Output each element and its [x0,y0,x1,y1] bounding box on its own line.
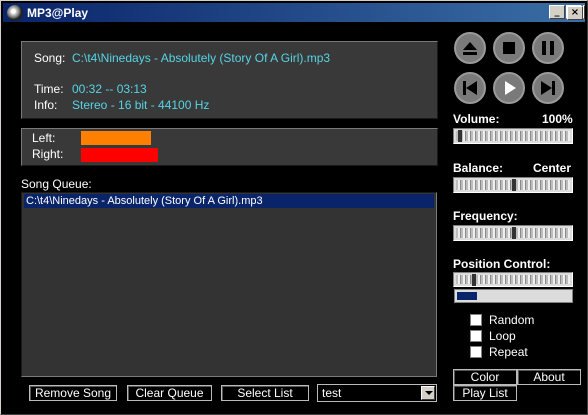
right-level-meter [81,148,158,162]
position-progress-bar [454,289,573,303]
balance-value: Center [533,161,572,175]
remove-song-button[interactable]: Remove Song [29,385,117,401]
minimize-button[interactable]: _ [549,5,565,19]
chevron-down-icon[interactable] [421,386,435,400]
song-label: Song: [34,51,66,65]
song-queue-label: Song Queue: [21,177,92,191]
repeat-label: Repeat [489,345,528,359]
frequency-label: Frequency: [453,209,518,223]
time-value: 00:32 -- 03:13 [72,82,147,96]
position-control-label: Position Control: [453,257,551,271]
previous-button[interactable] [454,72,486,104]
info-label: Info: [34,98,58,112]
stop-button[interactable] [493,32,525,64]
play-icon [505,81,516,95]
eject-icon [463,42,477,55]
clear-queue-button[interactable]: Clear Queue [127,385,212,401]
about-button[interactable]: About [517,369,581,385]
repeat-checkbox[interactable] [470,346,482,358]
pause-icon [542,41,554,55]
frequency-slider[interactable] [453,225,573,241]
position-thumb[interactable] [472,274,476,286]
volume-value: 100% [542,112,573,126]
loop-label: Loop [489,329,516,343]
skip-forward-icon [541,81,555,95]
stop-icon [503,42,515,54]
now-playing-panel: Song: C:\t4\Ninedays - Absolutely (Story… [21,41,438,119]
spacer [583,5,585,19]
time-label: Time: [34,82,64,96]
position-progress-fill [457,292,477,300]
volume-track [456,131,570,141]
close-button[interactable]: × [567,6,583,20]
app-window: MP3@Play _ □ × Song: C:\t4\Ninedays - Ab… [0,0,588,415]
volume-slider[interactable] [453,128,573,144]
volume-thumb[interactable] [458,130,462,142]
random-label: Random [489,313,535,327]
play-list-button[interactable]: Play List [453,385,517,401]
playlist-select[interactable]: test [317,384,437,402]
audio-info: Stereo - 16 bit - 44100 Hz [72,98,210,112]
eject-button[interactable] [454,32,486,64]
random-checkbox[interactable] [470,314,482,326]
list-item[interactable]: C:\t4\Ninedays - Absolutely (Story Of A … [24,194,434,208]
balance-slider[interactable] [453,177,573,193]
cd-icon [7,5,23,21]
pause-button[interactable] [532,32,564,64]
skip-back-icon [463,81,477,95]
loop-checkbox[interactable] [470,330,482,342]
right-channel-label: Right: [32,147,64,161]
play-button[interactable] [493,72,525,104]
left-level-meter [81,131,151,145]
playlist-select-value: test [322,386,342,400]
level-meters-panel: Left: Right: [21,128,438,166]
position-slider[interactable] [453,272,573,287]
song-path: C:\t4\Ninedays - Absolutely (Story Of A … [72,51,331,65]
frequency-thumb[interactable] [512,227,516,239]
title-bar[interactable]: MP3@Play _ □ [3,3,585,22]
balance-thumb[interactable] [512,179,516,191]
window-title: MP3@Play [27,6,89,20]
left-channel-label: Left: [32,131,56,145]
select-list-button[interactable]: Select List [221,385,309,401]
next-button[interactable] [532,72,564,104]
song-queue-list[interactable]: C:\t4\Ninedays - Absolutely (Story Of A … [21,192,437,377]
balance-label: Balance: [453,161,504,175]
color-button[interactable]: Color [453,369,517,385]
volume-label: Volume: [453,112,500,126]
